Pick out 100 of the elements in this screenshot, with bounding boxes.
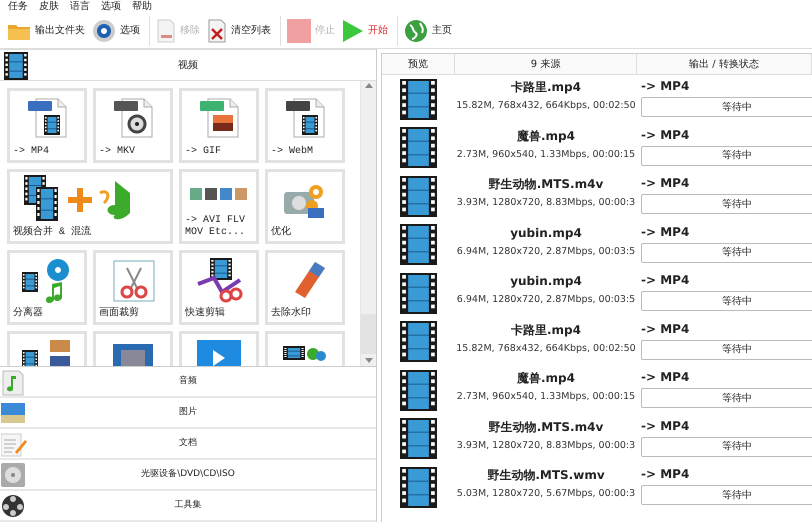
settings-icon	[92, 18, 116, 42]
status-button[interactable]: 等待中	[641, 242, 812, 262]
status-button[interactable]: 等待中	[641, 97, 812, 117]
film-strip-icon	[400, 224, 437, 266]
output-format: -> MP4	[641, 466, 690, 482]
status-button[interactable]: 等待中	[641, 485, 812, 505]
tile-label: -> AVI FLV MOV Etc...	[184, 215, 246, 240]
film-strip-icon	[400, 370, 437, 411]
file-info: 6.94M, 1280x720, 2.87Mbps, 00:03:5	[456, 293, 636, 307]
menu-item[interactable]: 皮肤	[39, 2, 59, 12]
toolbar-button[interactable]: 选项	[90, 16, 142, 46]
scrollbar[interactable]	[360, 81, 376, 366]
music-note-icon	[1, 370, 25, 396]
tile-label: 去除水印	[270, 308, 311, 321]
document-minus-icon	[156, 18, 176, 42]
toolbar-button[interactable]: 清空列表	[205, 16, 273, 46]
output-format: -> MP4	[641, 175, 690, 191]
film-strip-icon	[400, 78, 437, 120]
document-pencil-icon	[1, 432, 27, 458]
output-format: -> MP4	[641, 126, 690, 142]
film-strip-icon	[4, 52, 28, 80]
tile-label: -> GIF	[184, 146, 222, 159]
tile-label: -> MP4	[12, 146, 50, 159]
film-strip-icon	[400, 321, 437, 362]
tile-label: 画面裁剪	[98, 308, 139, 321]
file-info: 2.73M, 960x540, 1.33Mbps, 00:00:15	[456, 390, 636, 404]
film-strip-icon	[400, 176, 437, 217]
tile-label: 快速剪辑	[184, 308, 225, 321]
file-name: 野生动物.MTS.m4v	[488, 418, 604, 434]
output-format: -> MP4	[641, 272, 690, 288]
tool-tile[interactable]: 去除水印	[265, 250, 345, 325]
film-strip-icon	[400, 418, 437, 460]
tool-tile[interactable]: -> GIF	[179, 88, 259, 163]
file-info: 6.94M, 1280x720, 2.87Mbps, 00:03:5	[456, 244, 636, 258]
tool-tile[interactable]: -> WebM	[265, 88, 345, 163]
file-info: 5.03M, 1280x720, 5.67Mbps, 00:00:3	[456, 487, 636, 501]
output-format: -> MP4	[641, 224, 690, 240]
scroll-down-icon[interactable]	[364, 358, 372, 363]
column-header[interactable]: 9 来源	[455, 54, 637, 74]
tile-label: 视频合并 & 混流	[12, 227, 92, 240]
film-reel-icon	[1, 494, 25, 518]
menu-item[interactable]: 任务	[8, 2, 28, 12]
file-info: 3.93M, 1280x720, 8.83Mbps, 00:00:3	[456, 438, 636, 452]
globe-icon	[404, 18, 428, 42]
tile-label: 分离器	[12, 308, 43, 321]
scroll-thumb[interactable]	[361, 314, 376, 354]
file-name: 野生动物.MTS.m4v	[488, 176, 604, 192]
status-button[interactable]: 等待中	[641, 194, 812, 214]
tile-label: -> WebM	[270, 146, 314, 159]
file-name: yubin.mp4	[510, 224, 582, 240]
tool-tile[interactable]: 快速剪辑	[179, 250, 259, 325]
tool-tile[interactable]: 画面裁剪	[93, 250, 173, 325]
status-button[interactable]: 等待中	[641, 436, 812, 456]
file-info: 15.82M, 768x432, 664Kbps, 00:02:50	[456, 99, 636, 113]
scroll-up-icon[interactable]	[364, 83, 372, 88]
column-header[interactable]: 输出 / 转换状态	[637, 54, 812, 74]
file-info: 15.82M, 768x432, 664Kbps, 00:02:50	[456, 342, 636, 356]
document-x-icon	[207, 18, 227, 42]
tool-tile[interactable]: -> MP4	[7, 88, 87, 163]
file-name: 魔兽.mp4	[516, 370, 575, 386]
file-name: yubin.mp4	[510, 273, 582, 289]
output-format: -> MP4	[641, 418, 690, 434]
toolbar-button[interactable]: 开始	[340, 16, 390, 46]
film-strip-icon	[400, 127, 437, 168]
landscape-icon	[1, 401, 25, 425]
file-name: 魔兽.mp4	[516, 128, 575, 144]
disc-drive-icon	[1, 463, 25, 487]
section-title[interactable]: 视频	[0, 58, 376, 72]
file-name: 野生动物.MTS.wmv	[487, 467, 605, 483]
tool-tile[interactable]: -> MKV	[93, 88, 173, 163]
tool-tile[interactable]: -> AVI FLV MOV Etc...	[179, 169, 259, 244]
film-strip-icon	[400, 466, 437, 508]
tile-label: 优化	[270, 227, 291, 240]
status-button[interactable]: 等待中	[641, 291, 812, 311]
file-name: 卡路里.mp4	[510, 79, 581, 95]
stop-icon	[287, 18, 311, 42]
column-header[interactable]: 预览	[382, 54, 455, 74]
menu-item[interactable]: 选项	[101, 2, 121, 12]
output-format: -> MP4	[641, 78, 690, 94]
toolbar-button[interactable]: 主页	[402, 16, 454, 46]
status-button[interactable]: 等待中	[641, 388, 812, 408]
output-format: -> MP4	[641, 320, 690, 336]
menu-item[interactable]: 语言	[70, 2, 90, 12]
status-button[interactable]: 等待中	[641, 146, 812, 166]
output-format: -> MP4	[641, 369, 690, 385]
file-name: 卡路里.mp4	[510, 322, 581, 338]
film-strip-icon	[400, 272, 437, 314]
film-reel-music-icon	[22, 258, 72, 304]
file-info: 3.93M, 1280x720, 8.83Mbps, 00:00:3	[456, 196, 636, 210]
tool-tile[interactable]: 分离器	[7, 250, 87, 325]
play-icon	[342, 18, 364, 42]
toolbar-button[interactable]: 输出文件夹	[5, 16, 87, 46]
file-info: 2.73M, 960x540, 1.33Mbps, 00:00:15	[456, 148, 636, 162]
category-bar[interactable]: 光驱设备\DVD\CD\ISO	[0, 460, 376, 491]
status-button[interactable]: 等待中	[641, 340, 812, 360]
tool-tile[interactable]: 优化	[265, 169, 345, 244]
tool-tile[interactable]: 视频合并 & 混流	[7, 169, 173, 244]
tile-label: -> MKV	[98, 146, 136, 159]
play-window-icon	[195, 340, 243, 366]
menu-item[interactable]: 帮助	[132, 2, 152, 12]
